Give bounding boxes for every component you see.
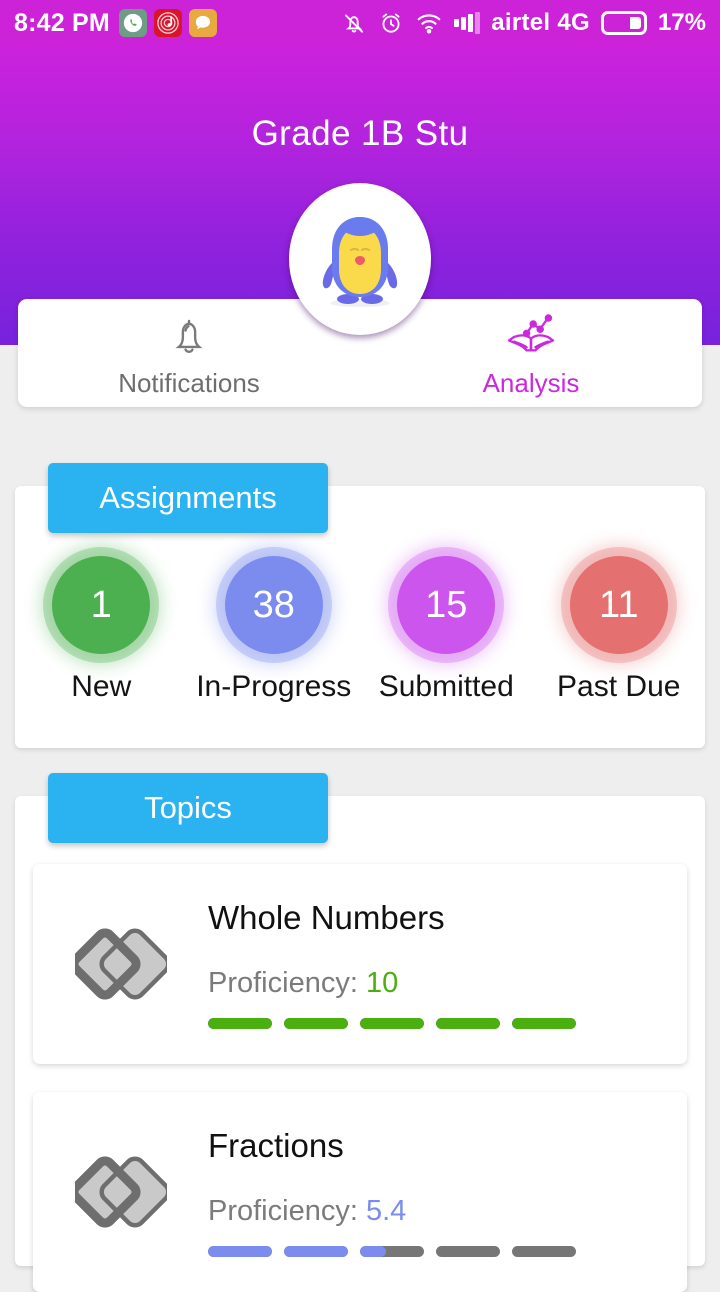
topic-name: Fractions [208, 1127, 344, 1164]
topic-proficiency: Proficiency: 10 [208, 967, 667, 1000]
stat-new[interactable]: 1 New [15, 556, 188, 704]
stat-bubble: 1 [52, 556, 151, 654]
proficiency-bar [360, 1246, 424, 1257]
stat-value: 38 [252, 584, 295, 626]
proficiency-bar-fill [360, 1018, 424, 1029]
status-notification-icons [118, 9, 217, 37]
vibrate-off-icon [341, 10, 367, 36]
topics-section-label: Topics [144, 790, 232, 825]
stat-label: New [71, 670, 132, 703]
music-icon [153, 9, 182, 37]
proficiency-bar [512, 1246, 576, 1257]
stat-value: 11 [599, 584, 639, 626]
proficiency-bar [208, 1246, 272, 1257]
chat-icon [188, 9, 217, 37]
assignments-section-label: Assignments [99, 480, 277, 515]
status-bar-left: 8:42 PM [14, 9, 217, 38]
proficiency-bar [436, 1246, 500, 1257]
proficiency-bars [208, 1246, 576, 1257]
status-time: 8:42 PM [14, 8, 110, 37]
proficiency-bar [512, 1018, 576, 1029]
proficiency-bar-fill [436, 1018, 500, 1029]
tab-analysis[interactable]: Analysis [360, 299, 702, 407]
battery-percent: 17% [657, 9, 706, 36]
battery-icon [600, 11, 647, 35]
whatsapp-icon [118, 9, 147, 37]
stat-label: In-Progress [196, 670, 352, 703]
proficiency-bar-fill [360, 1246, 386, 1257]
assignment-stats: 1 New 38 In-Progress 15 Submitted 11 Pas… [15, 556, 705, 704]
proficiency-value: 10 [365, 967, 399, 999]
wifi-icon [415, 10, 443, 36]
proficiency-value: 5.4 [365, 1195, 407, 1227]
carrier-label: airtel 4G [491, 9, 590, 36]
topics-section-badge[interactable]: Topics [48, 773, 328, 843]
status-bar: 8:42 PM airtel 4G 17% [0, 0, 720, 46]
alarm-icon [378, 10, 404, 36]
proficiency-bar [284, 1246, 348, 1257]
proficiency-bar [208, 1018, 272, 1029]
proficiency-bar-fill [512, 1018, 576, 1029]
assignments-section-badge[interactable]: Assignments [48, 463, 328, 533]
stat-bubble: 11 [569, 556, 668, 654]
diamonds-icon [33, 1149, 208, 1235]
tab-notifications[interactable]: Notifications [18, 299, 360, 407]
signal-icon [454, 12, 481, 34]
proficiency-bar [436, 1018, 500, 1029]
topic-proficiency: Proficiency: 5.4 [208, 1195, 667, 1228]
stat-past-due[interactable]: 11 Past Due [533, 556, 706, 704]
proficiency-bar [284, 1018, 348, 1029]
topic-row[interactable]: Fractions Proficiency: 5.4 [33, 1092, 687, 1292]
avatar[interactable] [289, 183, 431, 335]
stat-submitted[interactable]: 15 Submitted [360, 556, 533, 704]
proficiency-prefix: Proficiency: [208, 1195, 366, 1227]
stat-label: Past Due [557, 670, 681, 703]
book-chart-icon [503, 313, 559, 360]
proficiency-bar-fill [284, 1018, 348, 1029]
proficiency-bar-fill [208, 1246, 272, 1257]
stat-value: 1 [90, 584, 112, 626]
proficiency-bars [208, 1018, 576, 1029]
proficiency-bar-fill [284, 1246, 348, 1257]
proficiency-bar [360, 1018, 424, 1029]
tab-analysis-label: Analysis [482, 367, 580, 398]
topic-name: Whole Numbers [208, 899, 445, 936]
stat-in-progress[interactable]: 38 In-Progress [188, 556, 361, 704]
bell-icon [166, 314, 212, 360]
penguin-avatar [322, 217, 398, 307]
stat-label: Submitted [378, 670, 514, 703]
diamonds-icon [33, 921, 208, 1007]
topic-body: Whole Numbers Proficiency: 10 [208, 899, 687, 1029]
proficiency-prefix: Proficiency: [208, 967, 366, 999]
stat-bubble: 15 [397, 556, 496, 654]
tab-notifications-label: Notifications [118, 367, 260, 398]
topic-body: Fractions Proficiency: 5.4 [208, 1127, 687, 1257]
page-title: Grade 1B Stu [251, 114, 469, 153]
proficiency-bar-fill [208, 1018, 272, 1029]
topic-row[interactable]: Whole Numbers Proficiency: 10 [33, 864, 687, 1064]
stat-bubble: 38 [224, 556, 323, 654]
status-bar-right: airtel 4G 17% [341, 9, 706, 37]
stat-value: 15 [425, 584, 468, 626]
